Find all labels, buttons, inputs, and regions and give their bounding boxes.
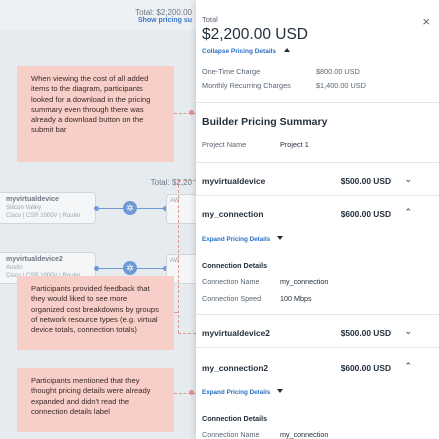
divider bbox=[196, 102, 439, 103]
aws-endpoint-card[interactable]: AW bbox=[166, 194, 196, 224]
caret-down-icon bbox=[277, 389, 284, 393]
device-location: Silicon Valley bbox=[6, 205, 42, 211]
pricing-item-row[interactable]: myvirtualdevice2 $500.00 USD ⌄ bbox=[196, 324, 439, 344]
total-amount: $2,200.00 USD bbox=[202, 26, 308, 43]
expand-link-label: Expand Pricing Details bbox=[202, 389, 271, 396]
cloud-exchange-icon[interactable]: ✲ bbox=[123, 201, 137, 215]
connection-endpoint bbox=[94, 206, 99, 211]
device-location: Austin bbox=[6, 265, 23, 271]
canvas-total-label: Total: $2,200.00 bbox=[135, 8, 192, 17]
item-price: $600.00 USD bbox=[340, 363, 391, 373]
detail-value: 100 Mbps bbox=[280, 294, 312, 303]
summary-value: $1,400.00 USD bbox=[316, 81, 366, 90]
connection-details-label: Connection Details bbox=[202, 414, 268, 423]
detail-label: Connection Name bbox=[202, 430, 260, 439]
chevron-up-icon[interactable]: ⌃ bbox=[404, 361, 412, 372]
divider bbox=[196, 314, 439, 315]
summary-label: One-Time Charge bbox=[202, 67, 261, 76]
project-name-label: Project Name bbox=[202, 140, 247, 149]
note-connector bbox=[178, 333, 196, 334]
connection-details-label: Connection Details bbox=[202, 261, 268, 270]
connection-name-row: Connection Name my_connection bbox=[202, 277, 328, 286]
show-pricing-link[interactable]: Show pricing su bbox=[138, 17, 192, 24]
expand-pricing-details-link[interactable]: Expand Pricing Details bbox=[202, 389, 284, 396]
chevron-down-icon[interactable]: ⌄ bbox=[404, 326, 412, 337]
canvas-summary-bar: Total: $2,200.00 Show pricing su bbox=[0, 0, 196, 30]
detail-label: Connection Name bbox=[202, 277, 260, 286]
device-name: myvirtualdevice2 bbox=[6, 256, 63, 263]
item-price: $600.00 USD bbox=[340, 209, 391, 219]
note-connector bbox=[178, 180, 196, 181]
project-name-row: Project Name Project 1 bbox=[202, 140, 309, 149]
device-card[interactable]: myvirtualdevice Silicon Valley Cisco | C… bbox=[0, 192, 96, 224]
detail-label: Connection Speed bbox=[202, 294, 262, 303]
pricing-item-row[interactable]: my_connection $600.00 USD ⌃ bbox=[196, 205, 439, 225]
research-note: Participants provided feedback that they… bbox=[17, 276, 174, 350]
detail-value: my_connection bbox=[280, 277, 329, 286]
item-name: myvirtualdevice bbox=[202, 176, 266, 186]
detail-value: my_connection bbox=[280, 430, 329, 439]
pricing-item-row[interactable]: myvirtualdevice $500.00 USD ⌄ bbox=[196, 172, 439, 192]
connection-name-row: Connection Name my_connection bbox=[202, 430, 328, 439]
connection-endpoint bbox=[94, 266, 99, 271]
connector-dot bbox=[189, 390, 194, 395]
expand-pricing-details-link[interactable]: Expand Pricing Details bbox=[202, 236, 284, 243]
expand-link-label: Expand Pricing Details bbox=[202, 236, 271, 243]
monthly-recurring-row: Monthly Recurring Charges $1,400.00 USD bbox=[202, 81, 366, 90]
note-connector bbox=[178, 180, 179, 333]
chevron-up-icon[interactable]: ⌃ bbox=[404, 207, 412, 218]
caret-down-icon bbox=[277, 236, 284, 240]
connector-dot bbox=[189, 110, 194, 115]
research-note: When viewing the cost of all added items… bbox=[17, 66, 174, 162]
pricing-item-row[interactable]: my_connection2 $600.00 USD ⌃ bbox=[196, 359, 439, 379]
summary-label: Monthly Recurring Charges bbox=[202, 81, 291, 90]
research-note: Participants mentioned that they thought… bbox=[17, 368, 174, 432]
total-label: Total bbox=[202, 15, 218, 24]
chevron-down-icon[interactable]: ⌄ bbox=[404, 174, 412, 185]
cloud-exchange-icon[interactable]: ✲ bbox=[123, 261, 137, 275]
divider bbox=[196, 162, 439, 163]
one-time-charge-row: One-Time Charge $800.00 USD bbox=[202, 67, 360, 76]
item-name: my_connection bbox=[202, 209, 264, 219]
collapse-pricing-details-link[interactable]: Collapse Pricing Details bbox=[202, 48, 291, 55]
item-price: $500.00 USD bbox=[340, 328, 391, 338]
divider bbox=[196, 195, 439, 196]
builder-pricing-summary-title: Builder Pricing Summary bbox=[202, 116, 328, 128]
close-icon[interactable]: × bbox=[422, 15, 430, 28]
connection-speed-row: Connection Speed 100 Mbps bbox=[202, 294, 312, 303]
caret-up-icon bbox=[284, 48, 291, 52]
summary-value: $800.00 USD bbox=[316, 67, 360, 76]
device-model: Cisco | CSR 1000V | Router bbox=[6, 213, 81, 219]
item-name: my_connection2 bbox=[202, 363, 269, 373]
pricing-summary-panel: × Total $2,200.00 USD Collapse Pricing D… bbox=[196, 0, 439, 439]
divider bbox=[196, 347, 439, 348]
project-name-value: Project 1 bbox=[280, 140, 309, 149]
item-price: $500.00 USD bbox=[340, 176, 391, 186]
note-connector bbox=[174, 312, 178, 313]
collapse-link-label: Collapse Pricing Details bbox=[202, 48, 277, 55]
item-name: myvirtualdevice2 bbox=[202, 328, 270, 338]
device-name: myvirtualdevice bbox=[6, 196, 59, 203]
